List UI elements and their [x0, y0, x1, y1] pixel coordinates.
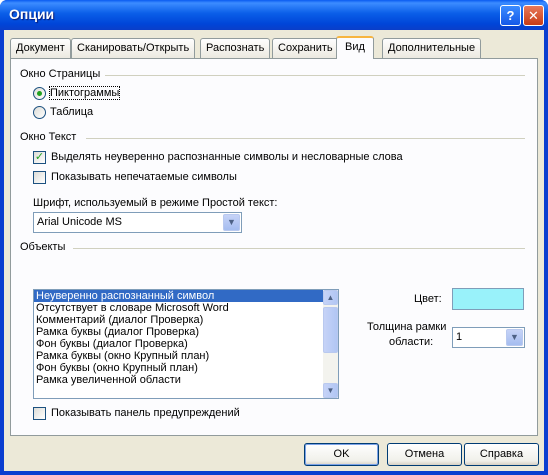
highlight-uncertain-checkbox[interactable]: ✓ [33, 151, 46, 164]
close-icon[interactable]: ✕ [523, 5, 544, 26]
list-item[interactable]: Отсутствует в словаре Microsoft Word [34, 302, 338, 314]
font-select[interactable]: Arial Unicode MS ▼ [33, 212, 242, 233]
objects-heading: Объекты [20, 241, 66, 253]
tab-advanced[interactable]: Дополнительные [382, 38, 482, 58]
tab-recognize[interactable]: Распознать [200, 38, 271, 58]
radio-thumbnails[interactable] [33, 87, 46, 100]
list-item[interactable]: Рамка увеличенной области [34, 374, 338, 386]
help-button[interactable]: Справка [464, 443, 539, 466]
radio-table-label[interactable]: Таблица [50, 106, 93, 118]
highlight-uncertain-label[interactable]: Выделять неуверенно распознанные символы… [51, 151, 403, 163]
separator [86, 138, 525, 139]
list-item[interactable]: Фон буквы (окно Крупный план) [34, 362, 338, 374]
radio-table[interactable] [33, 106, 46, 119]
scroll-up-icon[interactable]: ▲ [323, 290, 338, 305]
help-title-button[interactable]: ? [500, 5, 521, 26]
scroll-thumb[interactable] [323, 307, 338, 353]
dialog-client: Документ Сканировать/Открыть Распознать … [4, 30, 544, 471]
ok-button[interactable]: OK [304, 443, 379, 466]
chevron-down-icon[interactable]: ▼ [223, 214, 240, 231]
text-window-heading: Окно Текст [20, 131, 77, 143]
show-nonprinting-checkbox[interactable] [33, 171, 46, 184]
page-window-heading: Окно Страницы [20, 68, 101, 80]
thickness-select[interactable]: 1 ▼ [452, 327, 525, 348]
view-tab-panel: Окно Страницы Пиктограммы Таблица Окно Т… [10, 58, 538, 436]
options-dialog: Опции ? ✕ Документ Сканировать/Открыть Р… [0, 0, 548, 475]
window-title: Опции [9, 6, 55, 22]
list-item[interactable]: Комментарий (диалог Проверка) [34, 314, 338, 326]
objects-listbox[interactable]: Неуверенно распознанный символ Отсутству… [33, 289, 339, 399]
tab-save[interactable]: Сохранить [272, 38, 339, 58]
radio-thumbnails-label[interactable]: Пиктограммы [48, 86, 121, 100]
show-nonprinting-label[interactable]: Показывать непечатаемые символы [51, 171, 237, 183]
scroll-down-icon[interactable]: ▼ [323, 383, 338, 398]
list-scrollbar[interactable]: ▲ ▼ [323, 290, 338, 398]
cancel-button[interactable]: Отмена [387, 443, 462, 466]
tab-document[interactable]: Документ [10, 38, 71, 58]
font-label: Шрифт, используемый в режиме Простой тек… [33, 197, 278, 209]
color-label: Цвет: [414, 293, 442, 305]
list-item[interactable]: Фон буквы (диалог Проверка) [34, 338, 338, 350]
show-warnings-checkbox[interactable] [33, 407, 46, 420]
separator [105, 75, 525, 76]
font-select-value: Arial Unicode MS [37, 216, 122, 228]
title-bar[interactable]: Опции ? ✕ [0, 0, 548, 30]
show-warnings-label[interactable]: Показывать панель предупреждений [51, 407, 240, 419]
separator [73, 248, 525, 249]
color-swatch-button[interactable] [452, 288, 524, 310]
thickness-label-line1: Толщина рамки [367, 321, 447, 333]
thickness-select-value: 1 [456, 331, 463, 343]
tab-scan-open[interactable]: Сканировать/Открыть [71, 38, 196, 58]
list-item[interactable]: Неуверенно распознанный символ [34, 290, 338, 302]
list-item[interactable]: Рамка буквы (окно Крупный план) [34, 350, 338, 362]
tab-view[interactable]: Вид [336, 36, 374, 59]
list-item[interactable]: Рамка буквы (диалог Проверка) [34, 326, 338, 338]
thickness-label-line2: области: [389, 336, 434, 348]
chevron-down-icon[interactable]: ▼ [506, 329, 523, 346]
